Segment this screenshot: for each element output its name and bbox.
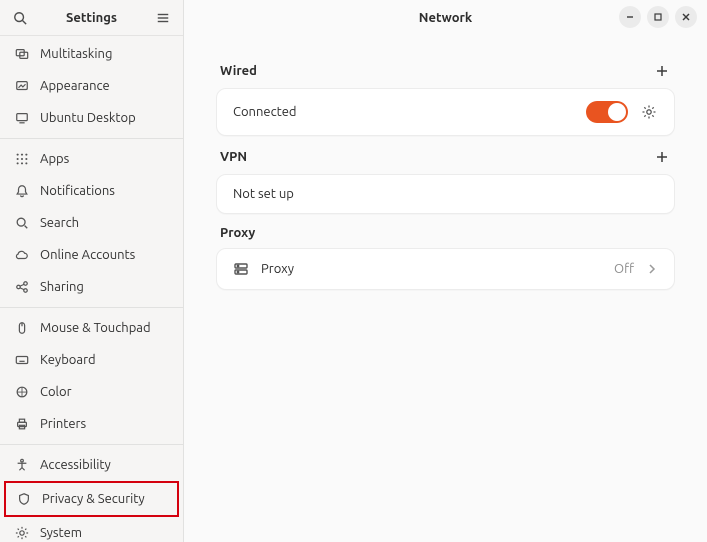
section-header-proxy: Proxy (220, 226, 671, 240)
proxy-row[interactable]: Proxy Off (216, 248, 675, 290)
maximize-button[interactable] (647, 6, 669, 28)
share-icon (14, 279, 30, 295)
sidebar-item-label: Printers (40, 417, 86, 431)
wired-toggle[interactable] (586, 101, 628, 123)
sidebar-item-search[interactable]: Search (0, 207, 183, 239)
section-title: Wired (220, 64, 257, 78)
sidebar-item-online-accounts[interactable]: Online Accounts (0, 239, 183, 271)
printer-icon (14, 416, 30, 432)
sidebar-item-printers[interactable]: Printers (0, 408, 183, 440)
wired-status: Connected (233, 105, 574, 119)
sidebar-item-label: Mouse & Touchpad (40, 321, 151, 335)
sidebar-item-system[interactable]: System (0, 517, 183, 542)
vpn-status: Not set up (233, 187, 658, 201)
desktop-icon (14, 110, 30, 126)
sidebar-item-multitasking[interactable]: Multitasking (0, 38, 183, 70)
section-header-wired: Wired (220, 62, 671, 80)
sidebar-item-appearance[interactable]: Appearance (0, 70, 183, 102)
shield-icon (16, 491, 32, 507)
gear-icon (14, 525, 30, 541)
multitasking-icon (14, 46, 30, 62)
mouse-icon (14, 320, 30, 336)
separator (0, 444, 183, 445)
sidebar-item-label: Apps (40, 152, 69, 166)
separator (0, 138, 183, 139)
search-icon[interactable] (10, 8, 30, 28)
sidebar-item-mouse-touchpad[interactable]: Mouse & Touchpad (0, 312, 183, 344)
proxy-value: Off (614, 262, 634, 276)
sidebar-item-label: Search (40, 216, 79, 230)
appearance-icon (14, 78, 30, 94)
sidebar-item-label: Accessibility (40, 458, 111, 472)
apps-icon (14, 151, 30, 167)
sidebar-item-notifications[interactable]: Notifications (0, 175, 183, 207)
keyboard-icon (14, 352, 30, 368)
section-header-vpn: VPN (220, 148, 671, 166)
sidebar-item-label: Multitasking (40, 47, 112, 61)
minimize-button[interactable] (619, 6, 641, 28)
section-title: Proxy (220, 226, 255, 240)
settings-window: Settings Multitasking Appearance (0, 0, 707, 542)
wired-connection-row: Connected (216, 88, 675, 136)
sidebar-header: Settings (0, 0, 183, 36)
highlight-annotation: Privacy & Security (4, 481, 179, 517)
sidebar-item-label: Privacy & Security (42, 492, 145, 506)
main-panel: Network Wired (184, 0, 707, 542)
sidebar-item-label: System (40, 526, 82, 540)
proxy-label: Proxy (261, 262, 602, 276)
sidebar-item-label: Notifications (40, 184, 115, 198)
sidebar-item-accessibility[interactable]: Accessibility (0, 449, 183, 481)
color-icon (14, 384, 30, 400)
hamburger-icon[interactable] (153, 8, 173, 28)
bell-icon (14, 183, 30, 199)
sidebar-item-label: Online Accounts (40, 248, 135, 262)
window-controls (619, 6, 697, 28)
sidebar-item-apps[interactable]: Apps (0, 143, 183, 175)
sidebar-item-label: Appearance (40, 79, 110, 93)
sidebar: Settings Multitasking Appearance (0, 0, 184, 542)
section-title: VPN (220, 150, 247, 164)
accessibility-icon (14, 457, 30, 473)
sidebar-item-label: Color (40, 385, 72, 399)
sidebar-title: Settings (30, 11, 153, 25)
sidebar-item-label: Sharing (40, 280, 84, 294)
chevron-right-icon (646, 263, 658, 275)
sidebar-item-privacy-security[interactable]: Privacy & Security (6, 483, 177, 515)
sidebar-item-keyboard[interactable]: Keyboard (0, 344, 183, 376)
search-icon (14, 215, 30, 231)
vpn-row: Not set up (216, 174, 675, 214)
sidebar-item-label: Ubuntu Desktop (40, 111, 136, 125)
add-vpn-button[interactable] (653, 148, 671, 166)
content: Wired Connected VPN Not set up (184, 36, 707, 304)
cloud-icon (14, 247, 30, 263)
page-title: Network (419, 11, 472, 25)
add-wired-button[interactable] (653, 62, 671, 80)
sidebar-list: Multitasking Appearance Ubuntu Desktop (0, 36, 183, 542)
proxy-icon (233, 261, 249, 277)
sidebar-item-ubuntu-desktop[interactable]: Ubuntu Desktop (0, 102, 183, 134)
sidebar-item-sharing[interactable]: Sharing (0, 271, 183, 303)
close-button[interactable] (675, 6, 697, 28)
main-header: Network (184, 0, 707, 36)
wired-settings-button[interactable] (640, 103, 658, 121)
sidebar-item-color[interactable]: Color (0, 376, 183, 408)
separator (0, 307, 183, 308)
sidebar-item-label: Keyboard (40, 353, 96, 367)
